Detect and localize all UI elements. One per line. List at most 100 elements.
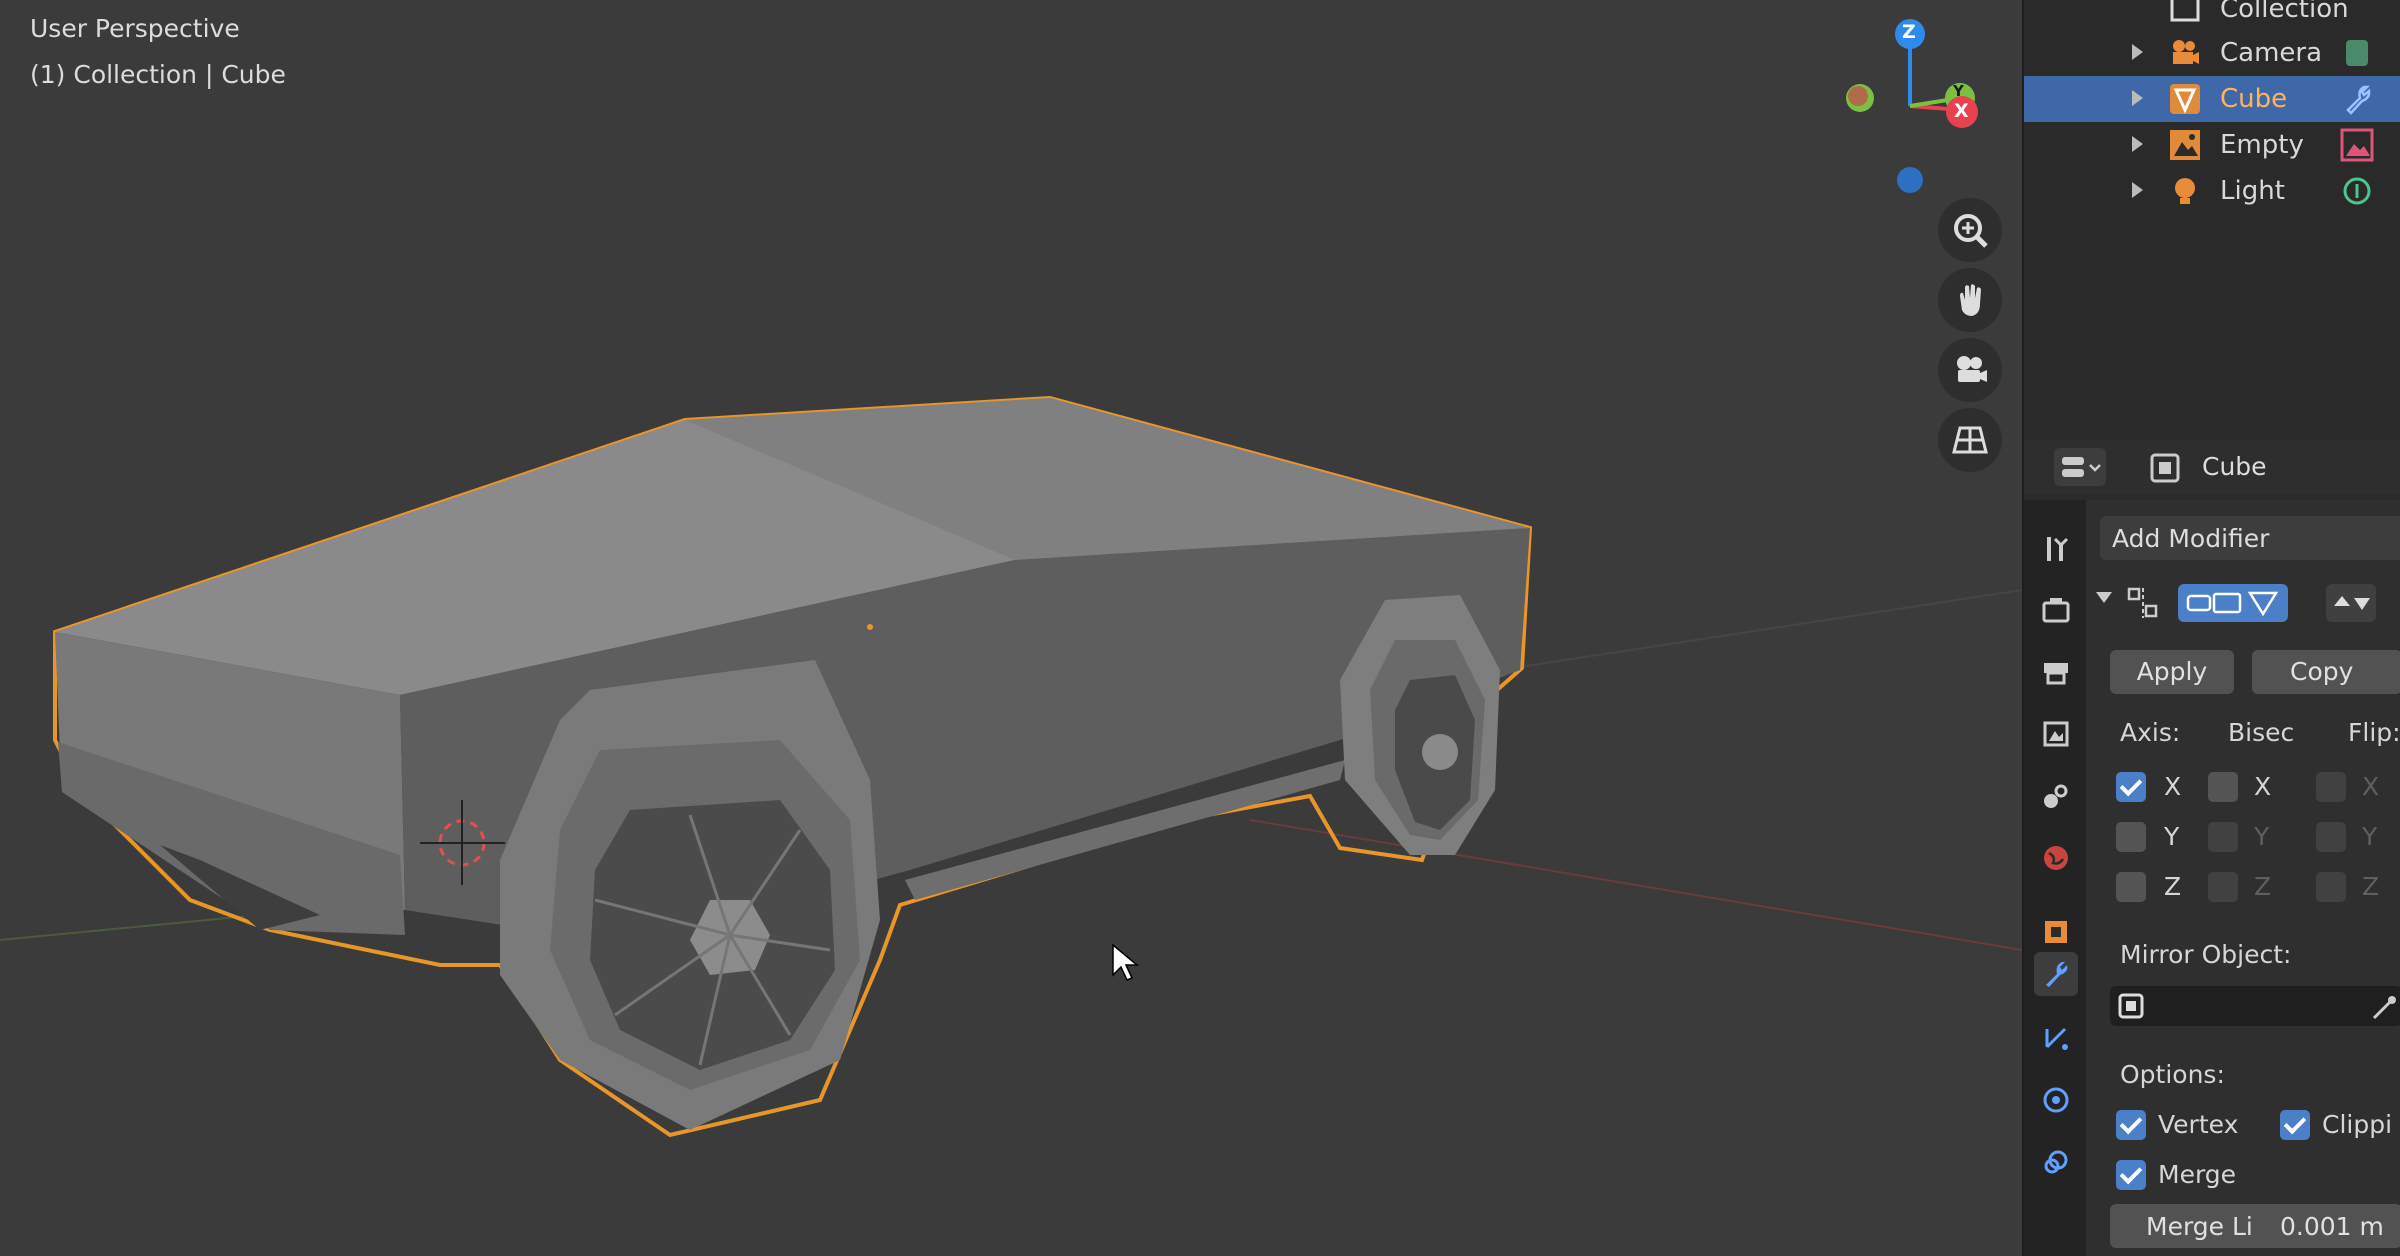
bisect-z-checkbox[interactable] <box>2208 872 2238 902</box>
camera-icon <box>2168 36 2202 70</box>
vertex-checkbox[interactable] <box>2116 1110 2146 1140</box>
axis-x-checkbox[interactable] <box>2116 772 2146 802</box>
zoom-icon <box>1954 214 1988 248</box>
properties-tabs <box>2024 500 2086 1256</box>
world-icon <box>2044 846 2068 870</box>
outliner-label: Cube <box>2220 84 2288 114</box>
collapse-arrow-icon[interactable] <box>2096 592 2112 603</box>
copy-button[interactable]: Copy <box>2252 650 2400 694</box>
flip-x-label: X <box>2362 772 2380 801</box>
apply-button[interactable]: Apply <box>2110 650 2234 694</box>
mirror-modifier-icon <box>2127 587 2158 618</box>
outliner-row-light[interactable]: Light <box>2024 168 2400 214</box>
outliner-label: Light <box>2220 176 2285 206</box>
tab-render[interactable] <box>2034 588 2078 632</box>
modifier-display-toggles[interactable] <box>2178 584 2288 622</box>
gizmo-x-label: X <box>1954 100 1969 122</box>
object-icon <box>2118 993 2144 1019</box>
expand-arrow-icon[interactable] <box>2132 44 2143 60</box>
tab-particles[interactable] <box>2034 1016 2078 1060</box>
flip-x-checkbox[interactable] <box>2316 772 2346 802</box>
vertex-label: Vertex <box>2158 1110 2239 1139</box>
merge-limit-field[interactable]: Merge Li 0.001 m <box>2110 1204 2400 1248</box>
wrench-icon[interactable] <box>2340 82 2374 116</box>
axis-z-checkbox[interactable] <box>2116 872 2146 902</box>
add-modifier-button[interactable]: Add Modifier <box>2100 516 2400 560</box>
front-wheel <box>500 660 880 1130</box>
light-icon <box>2168 174 2202 208</box>
clipping-checkbox[interactable] <box>2280 1110 2310 1140</box>
up-down-arrows-icon <box>2334 596 2370 610</box>
outliner-row-camera[interactable]: Camera <box>2024 30 2400 76</box>
3d-viewport[interactable]: User Perspective (1) Collection | Cube Z… <box>0 0 2022 1256</box>
expand-arrow-icon[interactable] <box>2132 136 2143 152</box>
axis-x-label: X <box>2164 772 2182 801</box>
collection-icon <box>2168 0 2202 26</box>
axis-z-label: Z <box>2164 872 2182 901</box>
move-modifier-button[interactable] <box>2326 584 2376 622</box>
cube-mesh[interactable] <box>53 395 1533 1138</box>
view-layer-icon <box>2043 721 2069 747</box>
tab-scene[interactable] <box>2034 774 2078 818</box>
tab-output[interactable] <box>2034 650 2078 694</box>
bisect-y-checkbox[interactable] <box>2208 822 2238 852</box>
eyedropper-icon[interactable] <box>2368 992 2398 1022</box>
tab-object[interactable] <box>2034 910 2078 954</box>
expand-arrow-icon[interactable] <box>2132 182 2143 198</box>
outliner-label: Camera <box>2220 38 2323 68</box>
camera-view-button[interactable] <box>1938 338 2002 402</box>
bisect-x-checkbox[interactable] <box>2208 772 2238 802</box>
merge-checkbox[interactable] <box>2116 1160 2146 1190</box>
tab-world[interactable] <box>2034 836 2078 880</box>
bisect-z-label: Z <box>2254 872 2272 901</box>
flip-header: Flip: <box>2348 718 2400 747</box>
pan-button[interactable] <box>1938 268 2002 332</box>
axis-y-checkbox[interactable] <box>2116 822 2146 852</box>
image-data-icon[interactable] <box>2340 128 2374 162</box>
merge-label: Merge <box>2158 1160 2237 1189</box>
image-empty-icon <box>2168 128 2202 162</box>
outliner-row-collection[interactable]: Collection <box>2024 0 2400 32</box>
object-props-icon <box>2045 921 2067 943</box>
zoom-button[interactable] <box>1938 198 2002 262</box>
modifier-panel: Add Modifier Apply Copy Axis: Bisec Flip… <box>2086 500 2400 1256</box>
ortho-toggle-button[interactable] <box>1938 408 2002 472</box>
outliner[interactable]: Collection Camera Cube Empty Light <box>2024 0 2400 430</box>
tab-constraints[interactable] <box>2034 1140 2078 1184</box>
properties-header: Cube <box>2024 440 2400 494</box>
grid-line <box>1499 589 2022 671</box>
axis-y-label: Y <box>2164 822 2180 851</box>
hand-icon <box>1960 284 1981 316</box>
tab-modifiers[interactable] <box>2034 952 2078 996</box>
bisect-y-label: Y <box>2254 822 2270 851</box>
flip-z-checkbox[interactable] <box>2316 872 2346 902</box>
constraints-icon <box>2044 1150 2068 1174</box>
mirror-object-field[interactable] <box>2110 986 2400 1026</box>
outliner-label: Collection <box>2220 0 2349 24</box>
scene-canvas[interactable] <box>0 0 2022 1256</box>
object-icon <box>2150 453 2180 483</box>
tab-tool[interactable] <box>2034 526 2078 570</box>
flip-y-checkbox[interactable] <box>2316 822 2346 852</box>
camera-data-icon[interactable] <box>2340 36 2374 70</box>
gizmo-y-label: Y <box>1953 82 1964 100</box>
mirror-object-label: Mirror Object: <box>2120 940 2292 969</box>
gizmo-z-label: Z <box>1902 21 1916 43</box>
outliner-row-cube[interactable]: Cube <box>2024 76 2400 122</box>
light-data-icon[interactable] <box>2340 174 2374 208</box>
navigation-gizmo[interactable]: Z X Y <box>1830 14 2010 194</box>
expand-arrow-icon[interactable] <box>2132 90 2143 106</box>
flip-z-label: Z <box>2362 872 2380 901</box>
display-toggle-icons <box>2186 591 2279 617</box>
outliner-row-empty[interactable]: Empty <box>2024 122 2400 168</box>
axis-header: Axis: <box>2120 718 2181 747</box>
merge-limit-label: Merge Li <box>2146 1212 2253 1241</box>
tool-icon <box>2047 537 2069 561</box>
tab-physics[interactable] <box>2034 1078 2078 1122</box>
tab-view-layer[interactable] <box>2034 712 2078 756</box>
bisect-x-label: X <box>2254 772 2272 801</box>
editor-type-menu[interactable] <box>2054 448 2106 486</box>
particles-icon <box>2045 1027 2068 1050</box>
render-icon <box>2042 598 2070 623</box>
flip-y-label: Y <box>2362 822 2378 851</box>
